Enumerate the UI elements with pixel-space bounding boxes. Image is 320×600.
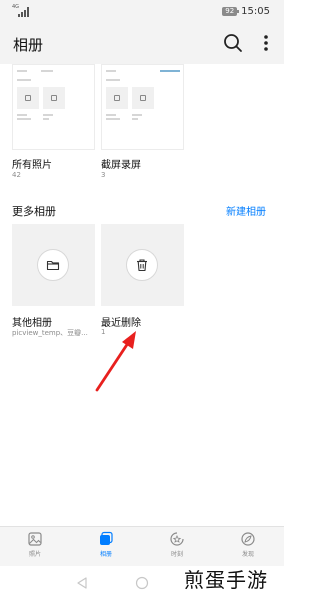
nav-label: 发现 [241,551,254,558]
album-name: 所有照片 [12,160,52,171]
album-count: 42 [12,171,21,179]
album-count: 3 [101,171,106,179]
album-name: 最近删除 [101,318,141,329]
album-icon [100,531,113,545]
album-cover-screenshots[interactable] [101,64,184,150]
clock: 15:05 [241,6,270,17]
page-title: 相册 [13,36,44,54]
nav-item-moments[interactable]: 时刻 [152,531,202,558]
watermark-logo: 煎蛋手游 [184,568,268,592]
red-arrow-icon [95,331,136,392]
nav-label: 时刻 [170,551,183,558]
other-albums-tile[interactable] [12,224,95,306]
section-title: 更多相册 [12,205,56,218]
back-icon[interactable] [75,576,89,590]
home-icon[interactable] [135,576,149,590]
recently-deleted-tile[interactable] [101,224,184,306]
more-options-icon[interactable] [258,32,274,54]
folder-icon [46,260,60,271]
bottom-nav: 照片 相册 时刻 发现 [0,526,284,566]
app-bar: 相册 [0,24,284,64]
trash-icon [137,259,147,272]
nav-item-photos[interactable]: 照片 [10,531,60,558]
nav-item-albums[interactable]: 相册 [81,531,131,558]
nav-label: 照片 [28,551,41,558]
album-cover-all-photos[interactable] [12,64,95,150]
trash-icon-badge [126,249,158,281]
discover-icon [241,532,255,546]
album-name: 其他相册 [12,318,52,329]
album-list[interactable]: 所有照片 42 截屏录屏 3 更多相册 新建相册 其他相册 picview_te… [0,64,284,526]
nav-label: 相册 [99,551,112,558]
new-album-button[interactable]: 新建相册 [226,203,266,218]
status-bar: 4G 92 15:05 [0,0,284,24]
status-right: 92 15:05 [222,6,270,17]
nav-item-discover[interactable]: 发现 [223,531,273,558]
photo-icon [28,532,42,546]
folder-icon-badge [37,249,69,281]
album-subtitle: picview_temp、豆瓣... [12,329,88,337]
signal-icon [18,7,29,17]
search-icon[interactable] [222,32,244,54]
battery-icon: 92 [222,7,240,16]
album-name: 截屏录屏 [101,160,141,171]
moments-icon [170,532,184,546]
